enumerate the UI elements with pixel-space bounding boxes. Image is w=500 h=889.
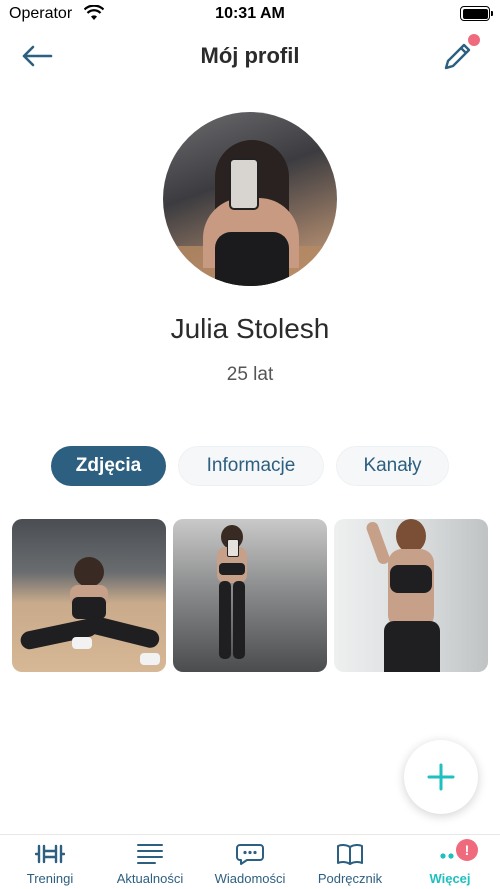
chat-bubble-icon [236, 844, 264, 865]
photo-grid [12, 519, 488, 672]
nav-item-more[interactable]: ! Więcej [400, 835, 500, 889]
profile-age: 25 lat [226, 364, 274, 385]
photo-thumbnail[interactable] [12, 519, 166, 672]
nav-label: Aktualności [116, 871, 184, 886]
photo-thumbnail[interactable] [334, 519, 488, 672]
nav-item-handbook[interactable]: Podręcznik [300, 835, 400, 889]
photo-thumbnail[interactable] [173, 519, 327, 672]
alert-badge: ! [456, 839, 478, 861]
page-title: Mój profil [200, 43, 300, 68]
book-icon [337, 843, 363, 865]
profile-name: Julia Stolesh [170, 313, 330, 344]
profile-screen: Operator 10:31 AM Mój profil Julia Stole… [0, 0, 500, 889]
nav-item-workouts[interactable]: Treningi [0, 835, 100, 889]
profile-tabs: Zdjęcia Informacje Kanały [0, 446, 500, 486]
nav-label: Więcej [429, 871, 471, 886]
plus-icon [427, 763, 455, 791]
edit-profile-button[interactable] [442, 34, 480, 74]
tab-information[interactable]: Informacje [178, 446, 324, 486]
nav-label: Treningi [26, 871, 74, 886]
tab-photos[interactable]: Zdjęcia [51, 446, 166, 486]
header: Mój profil [0, 30, 500, 82]
clock: 10:31 AM [215, 5, 285, 22]
nav-item-news[interactable]: Aktualności [100, 835, 200, 889]
add-photo-button[interactable] [404, 740, 478, 814]
battery-icon [460, 6, 493, 21]
nav-label: Wiadomości [214, 871, 286, 886]
status-bar: Operator 10:31 AM [0, 0, 500, 28]
notification-dot [468, 34, 480, 46]
dumbbell-icon [35, 844, 65, 864]
news-lines-icon [137, 844, 163, 864]
avatar[interactable] [163, 112, 337, 286]
nav-item-messages[interactable]: Wiadomości [200, 835, 300, 889]
tab-channels[interactable]: Kanały [336, 446, 449, 486]
nav-label: Podręcznik [317, 871, 383, 886]
bottom-nav: Treningi Aktualności Wiadomości Podręczn… [0, 834, 500, 889]
